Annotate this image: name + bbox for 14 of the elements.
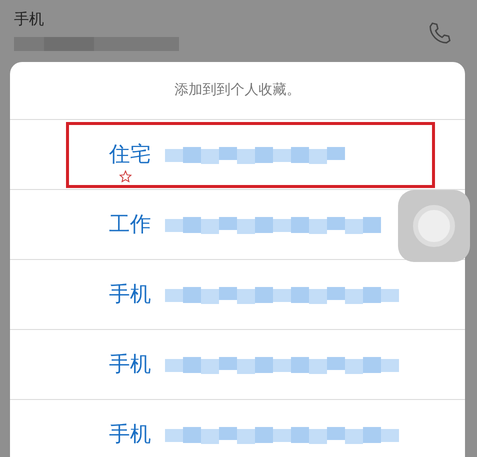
option-label: 手机	[109, 350, 151, 378]
favorite-option[interactable]: 手机	[66, 262, 418, 328]
favorite-option[interactable]: 工作	[66, 192, 384, 258]
option-label: 住宅	[109, 140, 151, 168]
option-label: 手机	[109, 420, 151, 448]
floating-touch-button[interactable]	[398, 190, 470, 262]
option-label: 手机	[109, 280, 151, 308]
favorite-option[interactable]: 手机	[66, 332, 418, 398]
favorite-option[interactable]: 住宅	[66, 122, 435, 188]
option-label: 工作	[109, 210, 151, 238]
contact-label: 手机	[14, 9, 45, 30]
phone-icon[interactable]	[427, 20, 453, 46]
favorite-option[interactable]: 手机	[66, 402, 418, 457]
sheet-title: 添加到到个人收藏。	[174, 81, 300, 100]
